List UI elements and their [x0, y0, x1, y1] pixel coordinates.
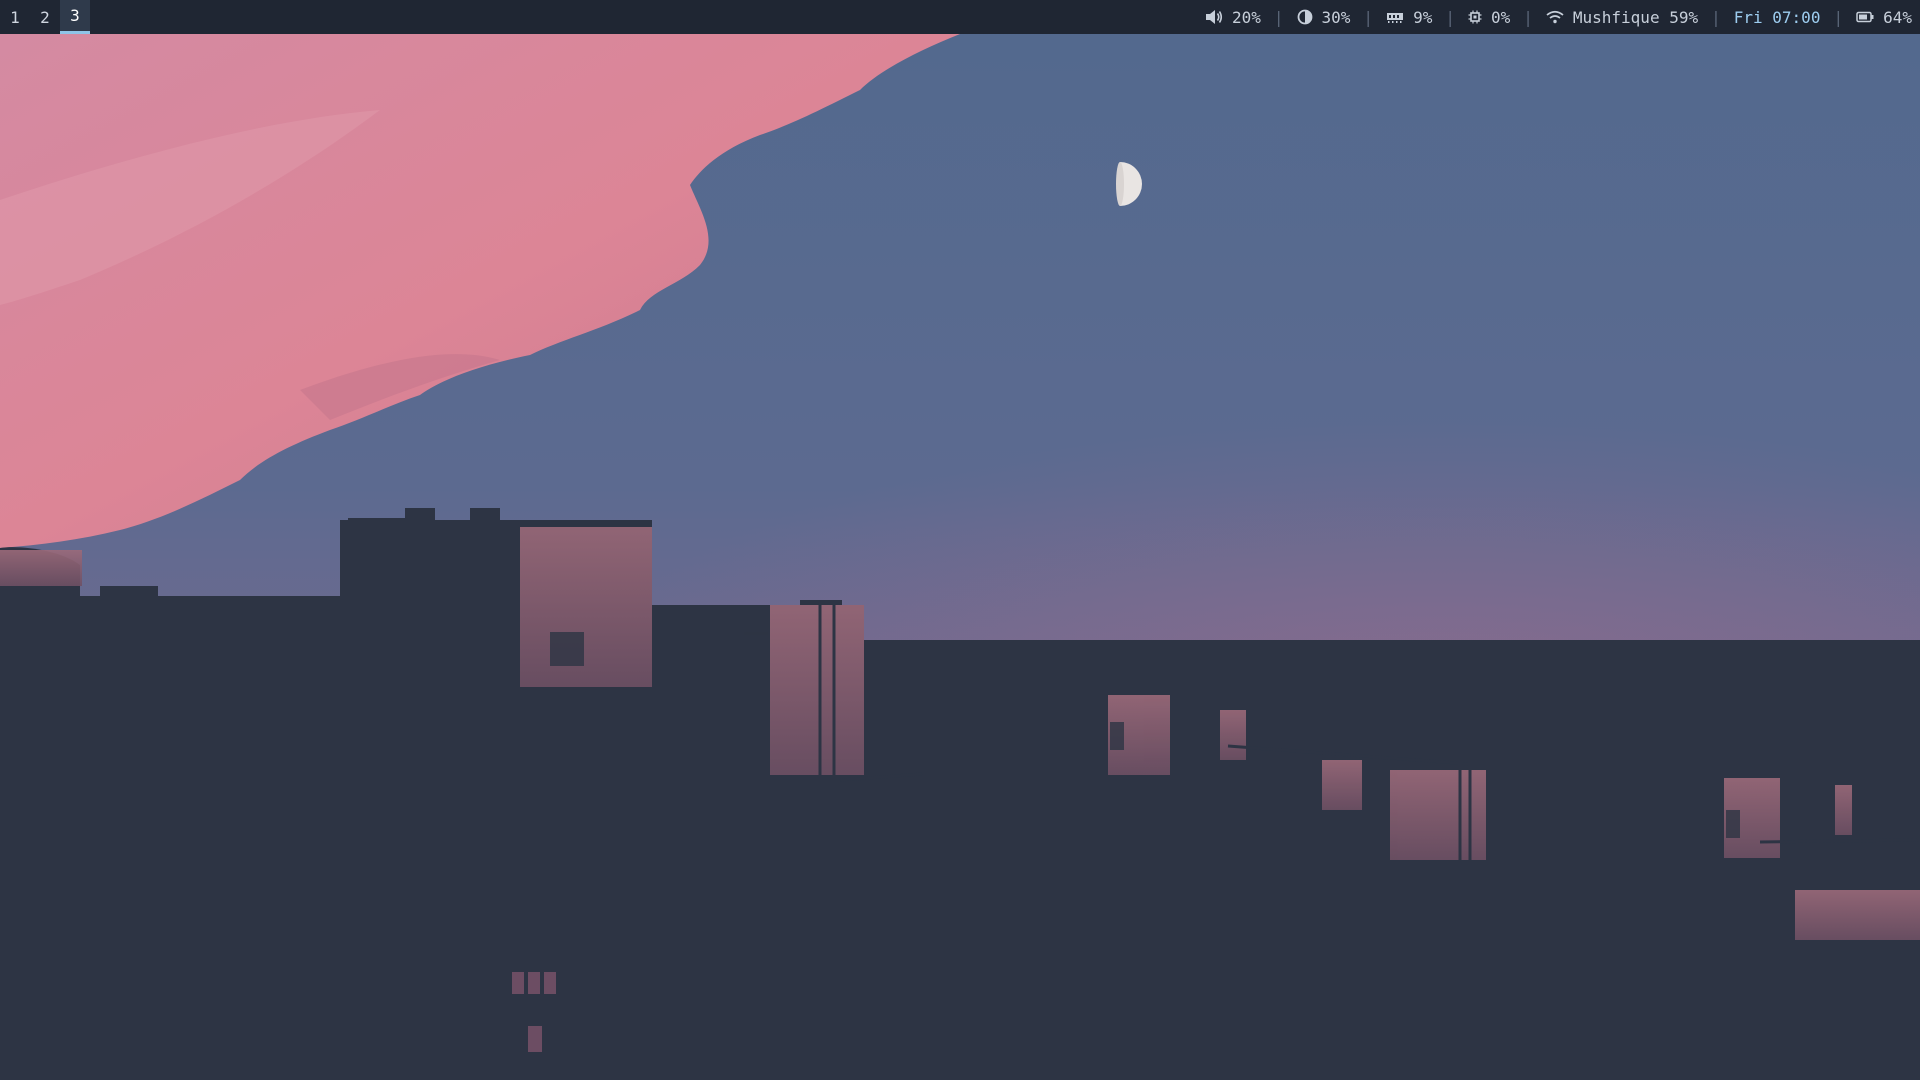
- separator: |: [1273, 7, 1284, 27]
- top-status-bar: 1 2 3 20% | 30% | 9% | 0% | Mushfique 59…: [0, 0, 1920, 34]
- memory-icon: [1386, 10, 1404, 24]
- separator: |: [1523, 7, 1533, 27]
- battery-icon: [1856, 11, 1874, 23]
- wifi-icon: [1546, 10, 1564, 24]
- speaker-icon: [1205, 9, 1223, 25]
- cpu-value: 0%: [1490, 7, 1511, 27]
- cpu-module[interactable]: 0%: [1468, 8, 1510, 27]
- battery-module[interactable]: 64%: [1856, 8, 1912, 27]
- wifi-module[interactable]: Mushfique 59%: [1546, 8, 1698, 27]
- workspace-3-button[interactable]: 3: [60, 0, 90, 34]
- brightness-value: 30%: [1321, 7, 1351, 27]
- memory-value: 9%: [1413, 7, 1433, 27]
- battery-value: 64%: [1883, 7, 1912, 27]
- separator: |: [1363, 7, 1374, 27]
- memory-module[interactable]: 9%: [1386, 8, 1432, 27]
- workspace-1-button[interactable]: 1: [0, 0, 30, 34]
- cpu-icon: [1468, 10, 1482, 24]
- volume-module[interactable]: 20%: [1205, 8, 1261, 27]
- separator: |: [1445, 7, 1455, 27]
- wifi-value: Mushfique 59%: [1572, 7, 1699, 27]
- workspace-2-button[interactable]: 2: [30, 0, 60, 34]
- volume-value: 20%: [1231, 7, 1261, 27]
- brightness-icon: [1297, 9, 1313, 25]
- status-modules: 20% | 30% | 9% | 0% | Mushfique 59% | Fr…: [1205, 0, 1920, 34]
- desktop-wallpaper: [0, 0, 1920, 1080]
- separator: |: [1711, 7, 1721, 27]
- workspace-switcher: 1 2 3: [0, 0, 90, 34]
- clock-value: Fri 07:00: [1733, 7, 1821, 27]
- separator: |: [1833, 7, 1844, 27]
- brightness-module[interactable]: 30%: [1297, 7, 1351, 27]
- clock-module[interactable]: Fri 07:00: [1734, 8, 1821, 27]
